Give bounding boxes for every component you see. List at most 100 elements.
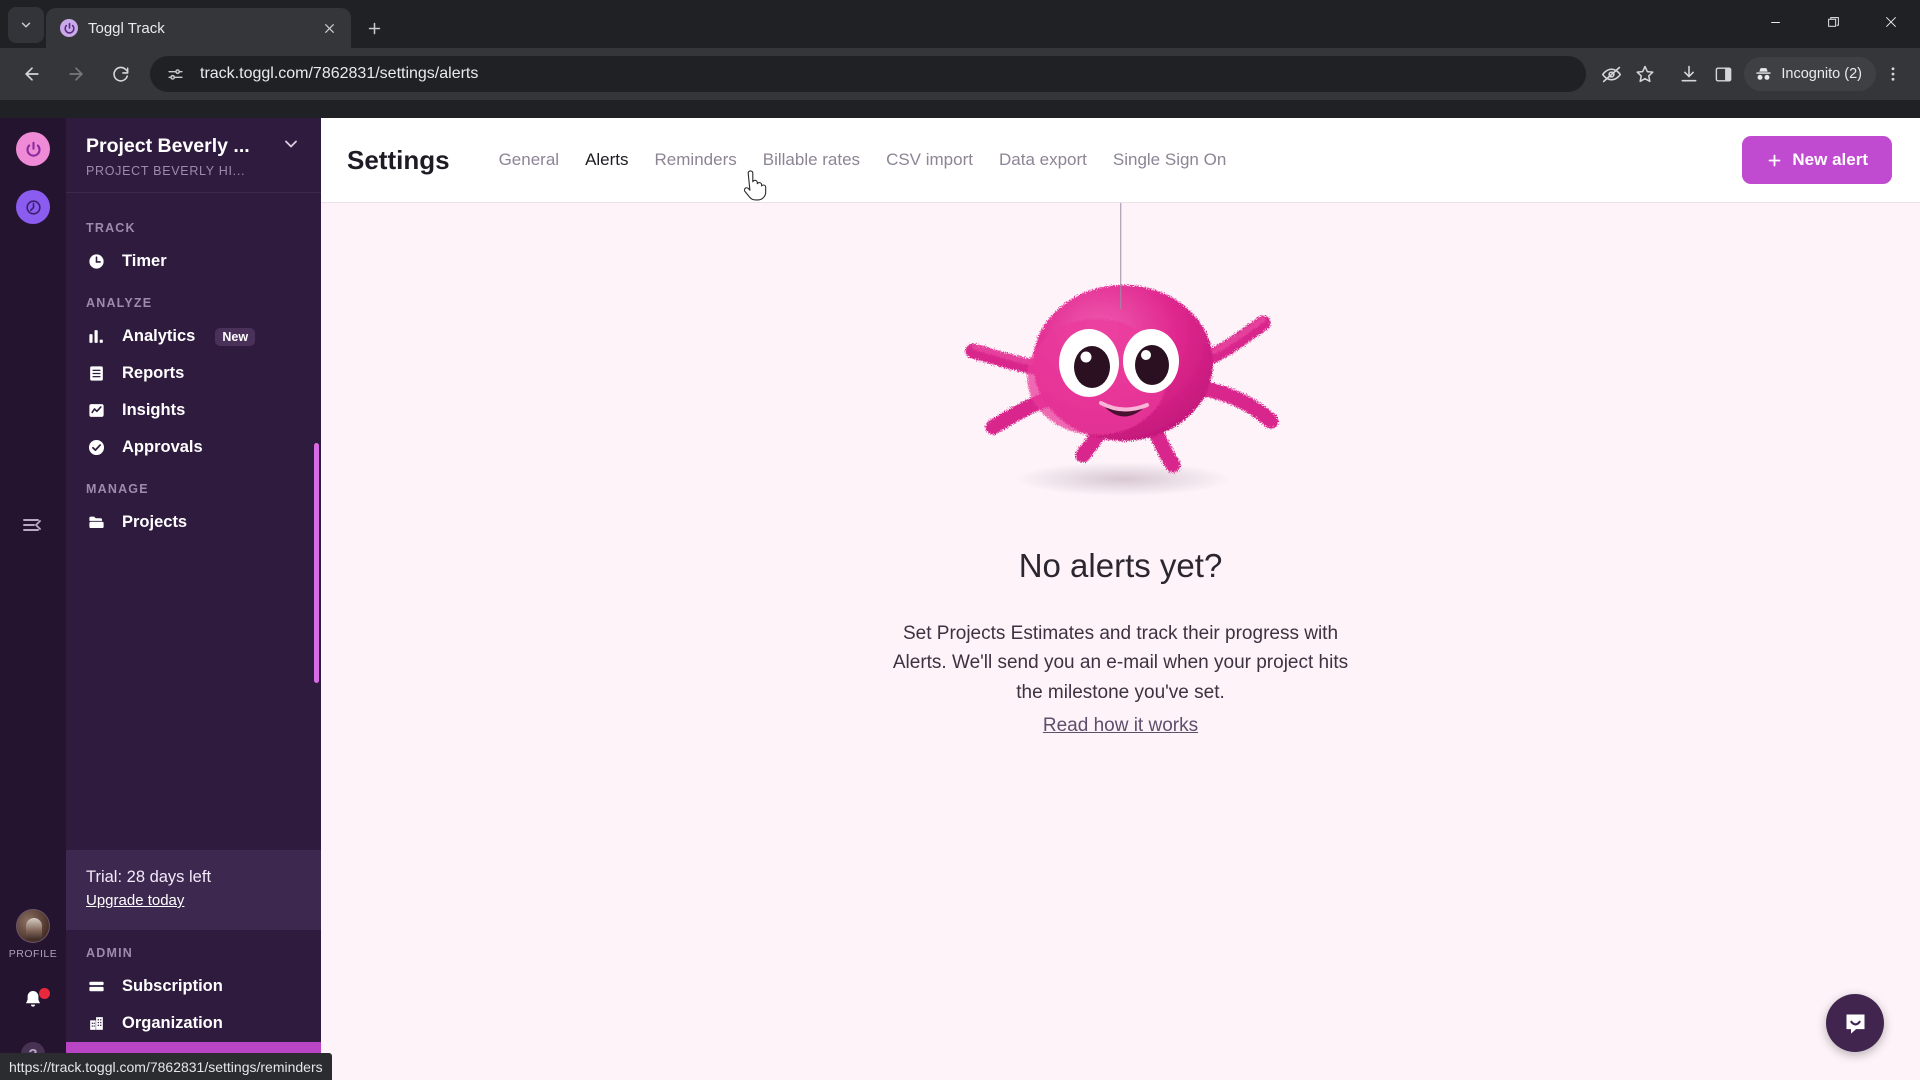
tune-icon <box>167 68 183 80</box>
downloads-button[interactable] <box>1672 57 1706 91</box>
nav-section-admin: ADMIN <box>86 946 133 960</box>
profile-button[interactable]: PROFILE <box>0 909 66 960</box>
new-alert-button[interactable]: New alert <box>1742 136 1892 184</box>
status-bar-url: https://track.toggl.com/7862831/settings… <box>0 1053 332 1080</box>
incognito-label: Incognito (2) <box>1781 66 1862 82</box>
minimize-button[interactable] <box>1746 0 1804 44</box>
status-badge: New <box>215 327 256 346</box>
sidebar-item-approvals[interactable]: Approvals <box>66 429 321 466</box>
settings-header: Settings General Alerts Reminders Billab… <box>321 118 1920 203</box>
toggl-power-icon[interactable] <box>16 132 50 166</box>
tracking-protection-button[interactable] <box>1594 57 1628 91</box>
report-icon <box>86 364 106 383</box>
sidebar-scrollbar[interactable] <box>314 443 319 683</box>
sidebar-item-label: Projects <box>122 513 188 531</box>
site-settings-icon[interactable] <box>164 63 186 85</box>
nav-section-manage: MANAGE <box>86 482 149 496</box>
sidebar-item-label: Analytics <box>122 327 196 345</box>
chevron-down-icon <box>21 22 31 28</box>
notification-dot <box>39 988 50 999</box>
tab-single-sign-on[interactable]: Single Sign On <box>1100 144 1239 176</box>
browser-toolbar: track.toggl.com/7862831/settings/alerts … <box>0 48 1920 100</box>
browser-tab[interactable]: Toggl Track <box>46 8 351 48</box>
plus-icon <box>368 22 380 34</box>
empty-state: No alerts yet? Set Projects Estimates an… <box>321 203 1920 740</box>
clock-icon <box>25 199 41 215</box>
tab-general[interactable]: General <box>486 144 572 176</box>
close-icon <box>1885 16 1897 28</box>
alerts-body: No alerts yet? Set Projects Estimates an… <box>321 203 1920 1080</box>
tab-alerts[interactable]: Alerts <box>572 144 641 176</box>
sidebar-item-timer[interactable]: Timer <box>66 243 321 280</box>
toggl-logo-icon <box>60 19 78 37</box>
sidepanel-icon <box>1715 66 1732 82</box>
upgrade-today-link[interactable]: Upgrade today <box>86 892 184 909</box>
chat-support-button[interactable] <box>1826 994 1884 1052</box>
tab-csv-import[interactable]: CSV import <box>873 144 986 176</box>
card-icon <box>86 977 106 996</box>
window-controls <box>1746 0 1920 44</box>
sidebar-item-analytics[interactable]: Analytics New <box>66 318 321 355</box>
close-window-button[interactable] <box>1862 0 1920 44</box>
chevron-down-icon[interactable] <box>281 134 301 159</box>
restore-icon <box>1827 16 1839 27</box>
page-title: Settings <box>347 144 450 175</box>
collapse-sidebar-button[interactable] <box>0 513 66 537</box>
sidebar-item-label: Approvals <box>122 438 203 456</box>
sidebar-item-label: Timer <box>122 252 167 270</box>
plus-icon <box>1769 154 1781 166</box>
settings-tabs: General Alerts Reminders Billable rates … <box>486 144 1743 176</box>
reload-button[interactable] <box>103 57 137 91</box>
sidebar-item-subscription[interactable]: Subscription <box>66 968 321 1005</box>
bookmark-button[interactable] <box>1628 57 1662 91</box>
browser-window: Toggl Track track.toggl.com/7862831/sett… <box>0 0 1920 1080</box>
tab-data-export[interactable]: Data export <box>986 144 1100 176</box>
tab-reminders[interactable]: Reminders <box>642 144 750 176</box>
trial-banner: Trial: 28 days left Upgrade today <box>66 850 321 930</box>
side-panel-button[interactable] <box>1706 57 1740 91</box>
bar-chart-icon <box>86 327 106 346</box>
tab-billable-rates[interactable]: Billable rates <box>750 144 873 176</box>
arrow-right-icon <box>69 67 83 81</box>
sidebar-item-projects[interactable]: Projects <box>66 504 321 541</box>
tab-search-button[interactable] <box>8 7 44 43</box>
pink-fuzzy-spider-illustration <box>911 203 1331 541</box>
icon-rail: PROFILE ? <box>0 118 66 1080</box>
chrome-menu-button[interactable] <box>1876 57 1910 91</box>
sidebar-item-label: Subscription <box>122 977 223 995</box>
empty-state-body: Set Projects Estimates and track their p… <box>886 619 1356 740</box>
address-bar[interactable]: track.toggl.com/7862831/settings/alerts <box>150 56 1587 92</box>
new-tab-button[interactable] <box>357 11 391 45</box>
check-circle-icon <box>86 438 106 457</box>
main-content: Settings General Alerts Reminders Billab… <box>321 118 1920 1080</box>
empty-state-title: No alerts yet? <box>1018 547 1223 584</box>
power-glyph <box>63 22 75 34</box>
download-icon <box>1681 65 1697 82</box>
empty-state-body-text: Set Projects Estimates and track their p… <box>892 623 1349 703</box>
insights-icon <box>86 401 106 420</box>
sidebar-item-reports[interactable]: Reports <box>66 355 321 392</box>
address-bar-url: track.toggl.com/7862831/settings/alerts <box>200 65 479 82</box>
clock-icon <box>86 252 106 271</box>
notifications-button[interactable] <box>0 988 66 1012</box>
nav-section-track: TRACK <box>86 221 136 235</box>
maximize-button[interactable] <box>1804 0 1862 44</box>
more-vertical-icon <box>1891 67 1895 81</box>
browser-tab-title: Toggl Track <box>88 19 165 37</box>
incognito-indicator[interactable]: Incognito (2) <box>1744 57 1876 91</box>
workspace-switcher[interactable]: Project Beverly ... PROJECT BEVERLY HI..… <box>66 118 321 193</box>
eye-off-icon <box>1601 66 1622 82</box>
power-icon <box>25 141 41 157</box>
close-icon[interactable] <box>317 16 341 40</box>
back-button[interactable] <box>15 57 49 91</box>
sidebar-item-label: Reports <box>122 364 185 382</box>
forward-button[interactable] <box>59 57 93 91</box>
sidebar-item-organization[interactable]: Organization <box>66 1005 321 1042</box>
browser-tabstrip: Toggl Track <box>0 0 1920 48</box>
sidebar-item-insights[interactable]: Insights <box>66 392 321 429</box>
star-icon <box>1636 65 1654 83</box>
read-how-it-works-link[interactable]: Read how it works <box>1043 711 1198 740</box>
building-icon <box>86 1014 106 1033</box>
sidebar-nav: TRACK Timer ANALYZE Analytics New Report… <box>66 193 321 850</box>
toggl-track-app-icon[interactable] <box>16 190 50 224</box>
